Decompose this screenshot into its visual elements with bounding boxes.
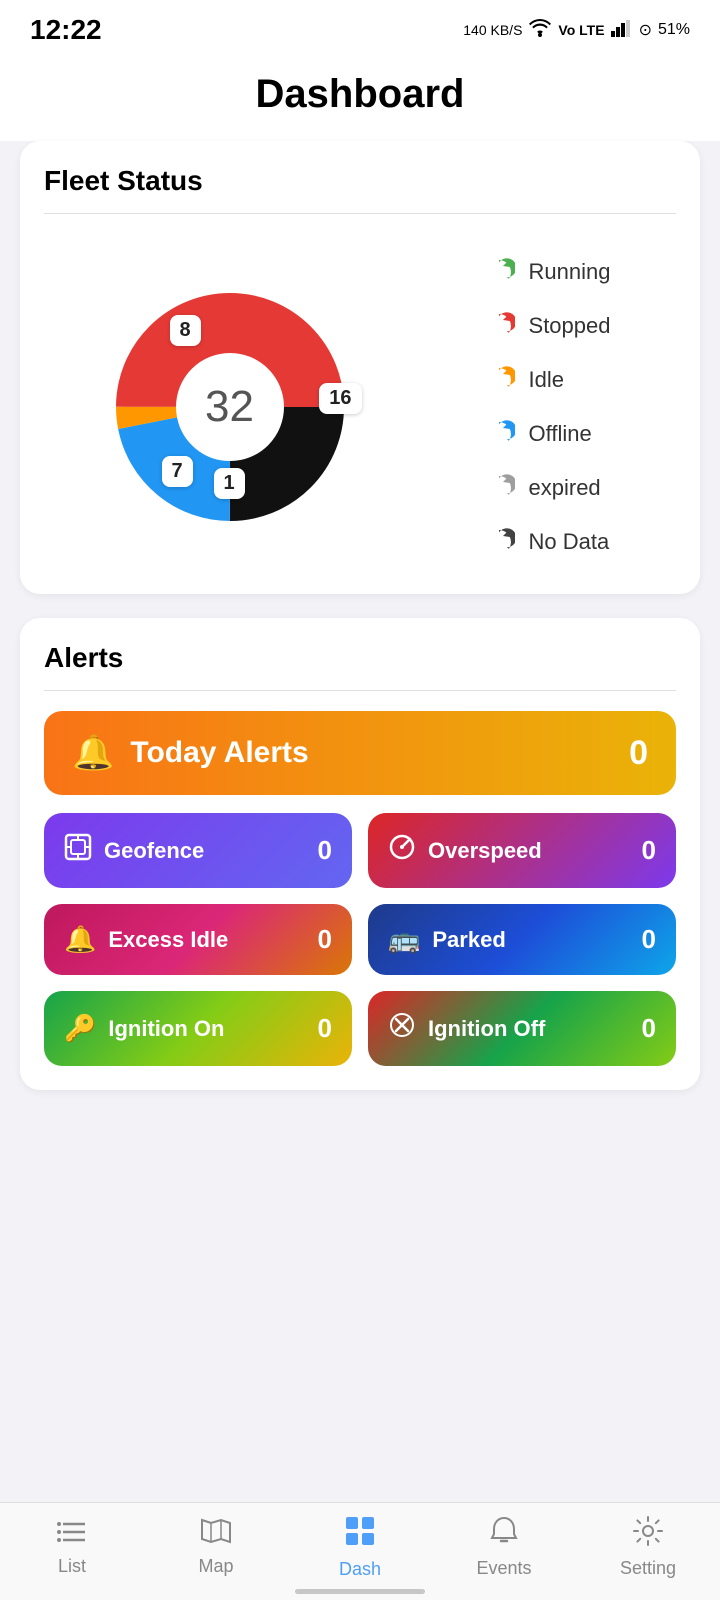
alerts-title: Alerts <box>44 642 676 674</box>
dash-icon <box>344 1515 376 1555</box>
setting-icon <box>633 1516 663 1554</box>
legend-label-nodata: No Data <box>529 529 610 555</box>
nav-setting-label: Setting <box>620 1558 676 1579</box>
battery-percent: 51% <box>658 21 690 39</box>
alerts-divider <box>44 690 676 691</box>
fleet-legend: Running Stopped Idle <box>481 254 611 560</box>
status-icons: 140 KB/S Vo LTE ⊙ 51% <box>463 19 690 42</box>
overspeed-count: 0 <box>642 835 656 866</box>
stopped-icon <box>481 308 517 344</box>
home-indicator <box>295 1589 425 1594</box>
parked-label: Parked <box>432 927 505 953</box>
donut-total: 32 <box>205 382 254 431</box>
donut-badge-running: 16 <box>319 383 361 414</box>
legend-item-idle: Idle <box>481 362 611 398</box>
expired-icon <box>481 470 517 506</box>
nav-dash-label: Dash <box>339 1559 381 1580</box>
offline-icon <box>481 416 517 452</box>
today-alert-count: 0 <box>629 734 648 773</box>
donut-chart: 32 8 16 7 1 <box>110 287 350 527</box>
parked-count: 0 <box>642 924 656 955</box>
legend-item-offline: Offline <box>481 416 611 452</box>
ignition-on-count: 0 <box>318 1013 332 1044</box>
excess-idle-label: Excess Idle <box>108 927 228 953</box>
page-title: Dashboard <box>0 72 720 117</box>
nav-list-label: List <box>58 1556 86 1577</box>
list-icon <box>57 1518 87 1552</box>
nav-list[interactable]: List <box>32 1518 112 1577</box>
donut-badge-idle: 1 <box>214 468 245 499</box>
wifi-icon <box>528 19 552 42</box>
overspeed-icon <box>388 833 416 868</box>
donut-badge-stopped: 8 <box>170 315 201 346</box>
page-header: Dashboard <box>0 52 720 141</box>
status-bar: 12:22 140 KB/S Vo LTE ⊙ 51% <box>0 0 720 52</box>
nav-map-label: Map <box>198 1556 233 1577</box>
lte-icon: Vo LTE <box>558 22 604 38</box>
ignition-on-label: Ignition On <box>108 1016 224 1042</box>
alert-grid: Geofence 0 Overspeed 0 🔔 Excess Idle <box>44 813 676 1066</box>
ignition-on-button[interactable]: 🔑 Ignition On 0 <box>44 991 352 1066</box>
events-icon <box>490 1516 518 1554</box>
donut-badge-offline: 7 <box>162 456 193 487</box>
signal-icon <box>611 19 633 42</box>
bottom-nav: List Map Dash Events Setting <box>0 1502 720 1600</box>
battery-icon: ⊙ <box>639 20 652 40</box>
excess-idle-icon: 🔔 <box>64 924 96 955</box>
legend-label-stopped: Stopped <box>529 313 611 339</box>
donut-center: 32 <box>205 382 254 432</box>
fleet-status-title: Fleet Status <box>44 165 676 197</box>
nav-map[interactable]: Map <box>176 1518 256 1577</box>
nav-dash[interactable]: Dash <box>320 1515 400 1580</box>
nav-events[interactable]: Events <box>464 1516 544 1579</box>
legend-item-stopped: Stopped <box>481 308 611 344</box>
ignition-on-icon: 🔑 <box>64 1013 96 1044</box>
ignition-off-label: Ignition Off <box>428 1016 545 1042</box>
overspeed-button[interactable]: Overspeed 0 <box>368 813 676 888</box>
ignition-off-count: 0 <box>642 1013 656 1044</box>
alerts-card: Alerts 🔔 Today Alerts 0 Geofence 0 <box>20 618 700 1090</box>
ignition-off-icon <box>388 1011 416 1046</box>
overspeed-label: Overspeed <box>428 838 542 864</box>
legend-label-running: Running <box>529 259 611 285</box>
parked-icon: 🚌 <box>388 924 420 955</box>
today-alert-label: Today Alerts <box>130 736 308 770</box>
legend-item-expired: expired <box>481 470 611 506</box>
status-time: 12:22 <box>30 14 102 46</box>
nodata-icon <box>481 524 517 560</box>
excess-idle-button[interactable]: 🔔 Excess Idle 0 <box>44 904 352 975</box>
legend-label-expired: expired <box>529 475 601 501</box>
nav-events-label: Events <box>476 1558 531 1579</box>
divider <box>44 213 676 214</box>
fleet-status-card: Fleet Status <box>20 141 700 594</box>
excess-idle-count: 0 <box>318 924 332 955</box>
geofence-icon <box>64 833 92 868</box>
legend-label-offline: Offline <box>529 421 592 447</box>
parked-button[interactable]: 🚌 Parked 0 <box>368 904 676 975</box>
fleet-content: 32 8 16 7 1 Running <box>44 234 676 570</box>
network-speed: 140 KB/S <box>463 22 522 39</box>
legend-item-running: Running <box>481 254 611 290</box>
running-icon <box>481 254 517 290</box>
geofence-label: Geofence <box>104 838 204 864</box>
today-alert-bell-icon: 🔔 <box>72 733 114 773</box>
idle-icon <box>481 362 517 398</box>
ignition-off-button[interactable]: Ignition Off 0 <box>368 991 676 1066</box>
map-icon <box>201 1518 231 1552</box>
today-alerts-button[interactable]: 🔔 Today Alerts 0 <box>44 711 676 795</box>
geofence-count: 0 <box>318 835 332 866</box>
legend-item-nodata: No Data <box>481 524 611 560</box>
legend-label-idle: Idle <box>529 367 564 393</box>
geofence-button[interactable]: Geofence 0 <box>44 813 352 888</box>
nav-setting[interactable]: Setting <box>608 1516 688 1579</box>
